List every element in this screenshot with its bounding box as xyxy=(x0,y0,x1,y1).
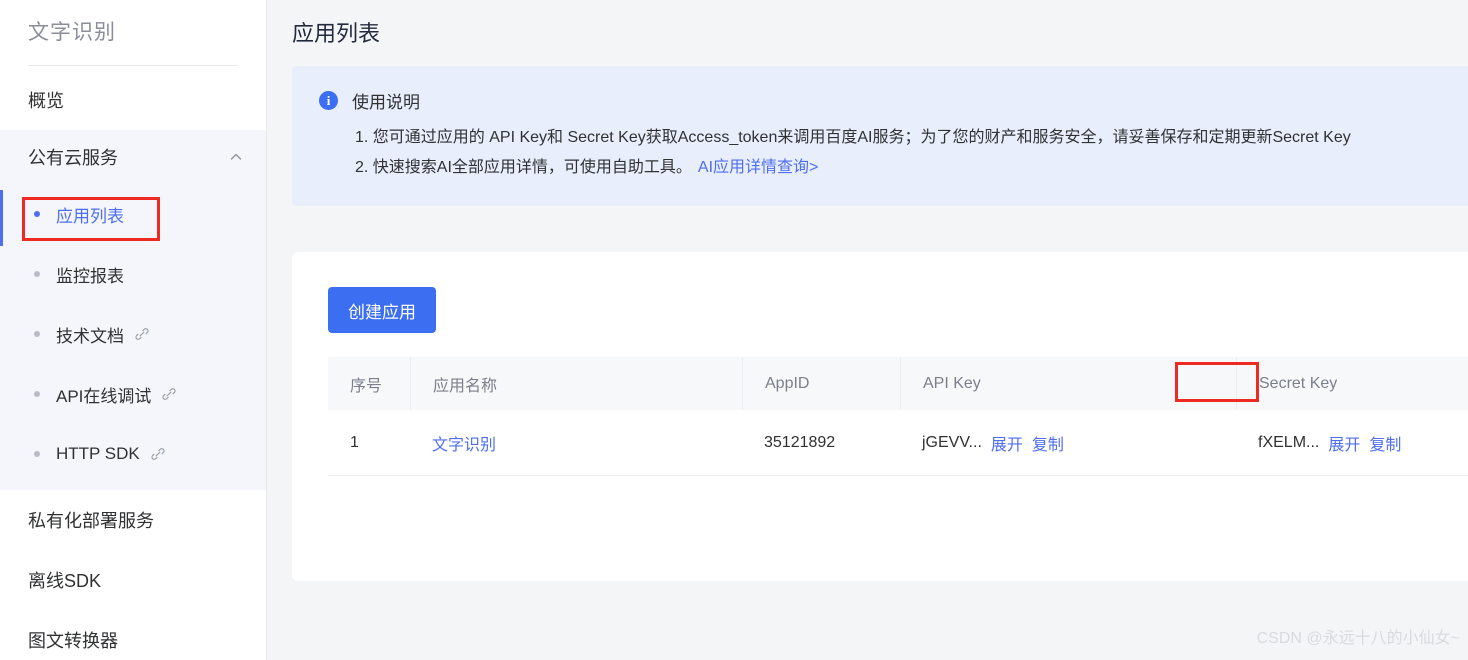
create-app-button[interactable]: 创建应用 xyxy=(328,287,436,333)
table-header-app-name: 应用名称 xyxy=(410,357,742,410)
external-link-icon xyxy=(134,326,150,342)
table-header-appid: AppID xyxy=(742,357,900,410)
sidebar-item-app-list[interactable]: 应用列表 xyxy=(0,184,266,244)
table-header-secret-key: Secret Key xyxy=(1236,357,1468,410)
sidebar-item-label: HTTP SDK xyxy=(56,444,140,463)
bullet-icon xyxy=(34,451,40,457)
secret-key-copy-link[interactable]: 复制 xyxy=(1369,431,1401,455)
sidebar-item-label: 私有化部署服务 xyxy=(28,511,154,531)
usage-instructions-banner: i 使用说明 1. 您可通过应用的 API Key和 Secret Key获取A… xyxy=(292,66,1468,206)
sidebar-item-tech-docs[interactable]: 技术文档 xyxy=(0,304,266,364)
sidebar-item-label: 监控报表 xyxy=(56,266,124,286)
secret-key-expand-link[interactable]: 展开 xyxy=(1328,431,1360,455)
sidebar-divider xyxy=(28,65,238,66)
cell-appid: 35121892 xyxy=(764,433,836,451)
bullet-icon xyxy=(34,271,40,277)
sidebar-item-label: 离线SDK xyxy=(28,571,102,591)
sidebar-item-api-debug[interactable]: API在线调试 xyxy=(0,364,266,424)
chevron-up-icon[interactable] xyxy=(229,150,243,164)
api-key-expand-link[interactable]: 展开 xyxy=(991,431,1023,455)
active-indicator-bar xyxy=(0,190,3,246)
cell-index: 1 xyxy=(350,433,359,451)
sidebar-title: 文字识别 xyxy=(28,21,116,44)
sidebar-group-public-cloud: 公有云服务 应用列表 监控报表 技术文档 API在线调试 HTTP SDK xyxy=(0,130,266,494)
sidebar-item-doc-converter[interactable]: 图文转换器 xyxy=(0,610,266,660)
app-name-link[interactable]: 文字识别 xyxy=(432,431,496,455)
sidebar-item-label: 应用列表 xyxy=(56,206,124,226)
sidebar-item-label: 图文转换器 xyxy=(28,631,118,651)
page-title: 应用列表 xyxy=(292,21,381,46)
sidebar-group-label: 公有云服务 xyxy=(28,148,118,168)
table-row: 1 文字识别 35121892 jGEVV... 展开 复制 fXELM... … xyxy=(328,410,1468,476)
ai-app-detail-query-link[interactable]: AI应用详情查询> xyxy=(698,159,818,176)
external-link-icon xyxy=(161,386,177,402)
sidebar-item-overview-label: 概览 xyxy=(28,91,64,111)
bullet-icon xyxy=(34,211,40,217)
sidebar-item-http-sdk[interactable]: HTTP SDK xyxy=(0,424,266,484)
sidebar: 文字识别 概览 公有云服务 应用列表 监控报表 技术文档 API在线调试 HTT… xyxy=(0,0,267,660)
app-list-table: 序号 应用名称 AppID API Key Secret Key 1 文字识别 … xyxy=(328,357,1468,476)
banner-line-2: 2. 快速搜索AI全部应用详情，可使用自助工具。 AI应用详情查询> xyxy=(355,153,1468,183)
table-header-api-key: API Key xyxy=(900,357,1236,410)
app-list-card: 创建应用 序号 应用名称 AppID API Key Secret Key 1 … xyxy=(292,252,1468,581)
sidebar-item-offline-sdk[interactable]: 离线SDK xyxy=(0,550,266,610)
api-key-value: jGEVV... xyxy=(922,433,982,451)
bullet-icon xyxy=(34,391,40,397)
banner-line-1: 1. 您可通过应用的 API Key和 Secret Key获取Access_t… xyxy=(355,129,1351,146)
banner-header: i 使用说明 xyxy=(319,88,420,113)
secret-key-value: fXELM... xyxy=(1258,433,1320,451)
table-header-row: 序号 应用名称 AppID API Key Secret Key xyxy=(328,357,1468,410)
banner-line-2-text: 2. 快速搜索AI全部应用详情，可使用自助工具。 xyxy=(355,159,692,176)
sidebar-group-header[interactable]: 公有云服务 xyxy=(0,130,266,184)
bullet-icon xyxy=(34,331,40,337)
watermark: CSDN @永远十八的小仙女~ xyxy=(1256,630,1460,647)
sidebar-item-private-deploy[interactable]: 私有化部署服务 xyxy=(0,490,266,550)
banner-body: 1. 您可通过应用的 API Key和 Secret Key获取Access_t… xyxy=(355,123,1468,183)
main-content: 应用列表 i 使用说明 1. 您可通过应用的 API Key和 Secret K… xyxy=(267,0,1468,660)
sidebar-item-label: 技术文档 xyxy=(56,326,124,346)
external-link-icon xyxy=(150,446,166,462)
cell-secret-key: fXELM... 展开 复制 xyxy=(1236,431,1468,455)
info-circle-icon: i xyxy=(319,91,338,110)
table-header-index: 序号 xyxy=(350,377,383,395)
sidebar-bottom-section: 私有化部署服务 离线SDK 图文转换器 xyxy=(0,490,266,660)
banner-heading: 使用说明 xyxy=(352,93,420,112)
sidebar-item-label: API在线调试 xyxy=(56,386,152,406)
application-window: 文字识别 概览 公有云服务 应用列表 监控报表 技术文档 API在线调试 HTT… xyxy=(0,0,1468,660)
sidebar-item-monitor-report[interactable]: 监控报表 xyxy=(0,244,266,304)
cell-api-key: jGEVV... 展开 复制 xyxy=(900,431,1236,455)
sidebar-item-overview[interactable]: 概览 xyxy=(0,76,266,124)
cell-app-name: 文字识别 xyxy=(410,431,742,455)
api-key-copy-link[interactable]: 复制 xyxy=(1032,431,1064,455)
